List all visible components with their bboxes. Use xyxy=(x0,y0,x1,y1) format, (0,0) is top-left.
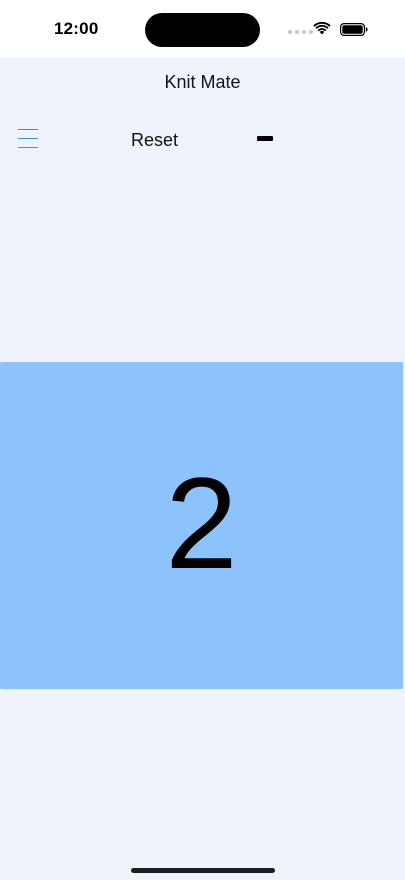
status-bar: 12:00 xyxy=(0,0,405,58)
signal-dots-icon xyxy=(288,30,313,34)
counter-panel[interactable]: 2 xyxy=(0,362,403,689)
reset-button[interactable]: Reset xyxy=(125,130,184,151)
wifi-icon xyxy=(313,21,331,35)
app-title: Knit Mate xyxy=(164,72,241,92)
menu-button[interactable] xyxy=(18,128,40,150)
decrement-button[interactable] xyxy=(252,128,280,148)
counter-value: 2 xyxy=(165,449,238,596)
dynamic-island xyxy=(145,13,260,47)
minus-icon xyxy=(257,136,273,141)
home-indicator xyxy=(131,868,275,873)
battery-icon xyxy=(340,23,368,36)
status-time: 12:00 xyxy=(54,19,99,38)
